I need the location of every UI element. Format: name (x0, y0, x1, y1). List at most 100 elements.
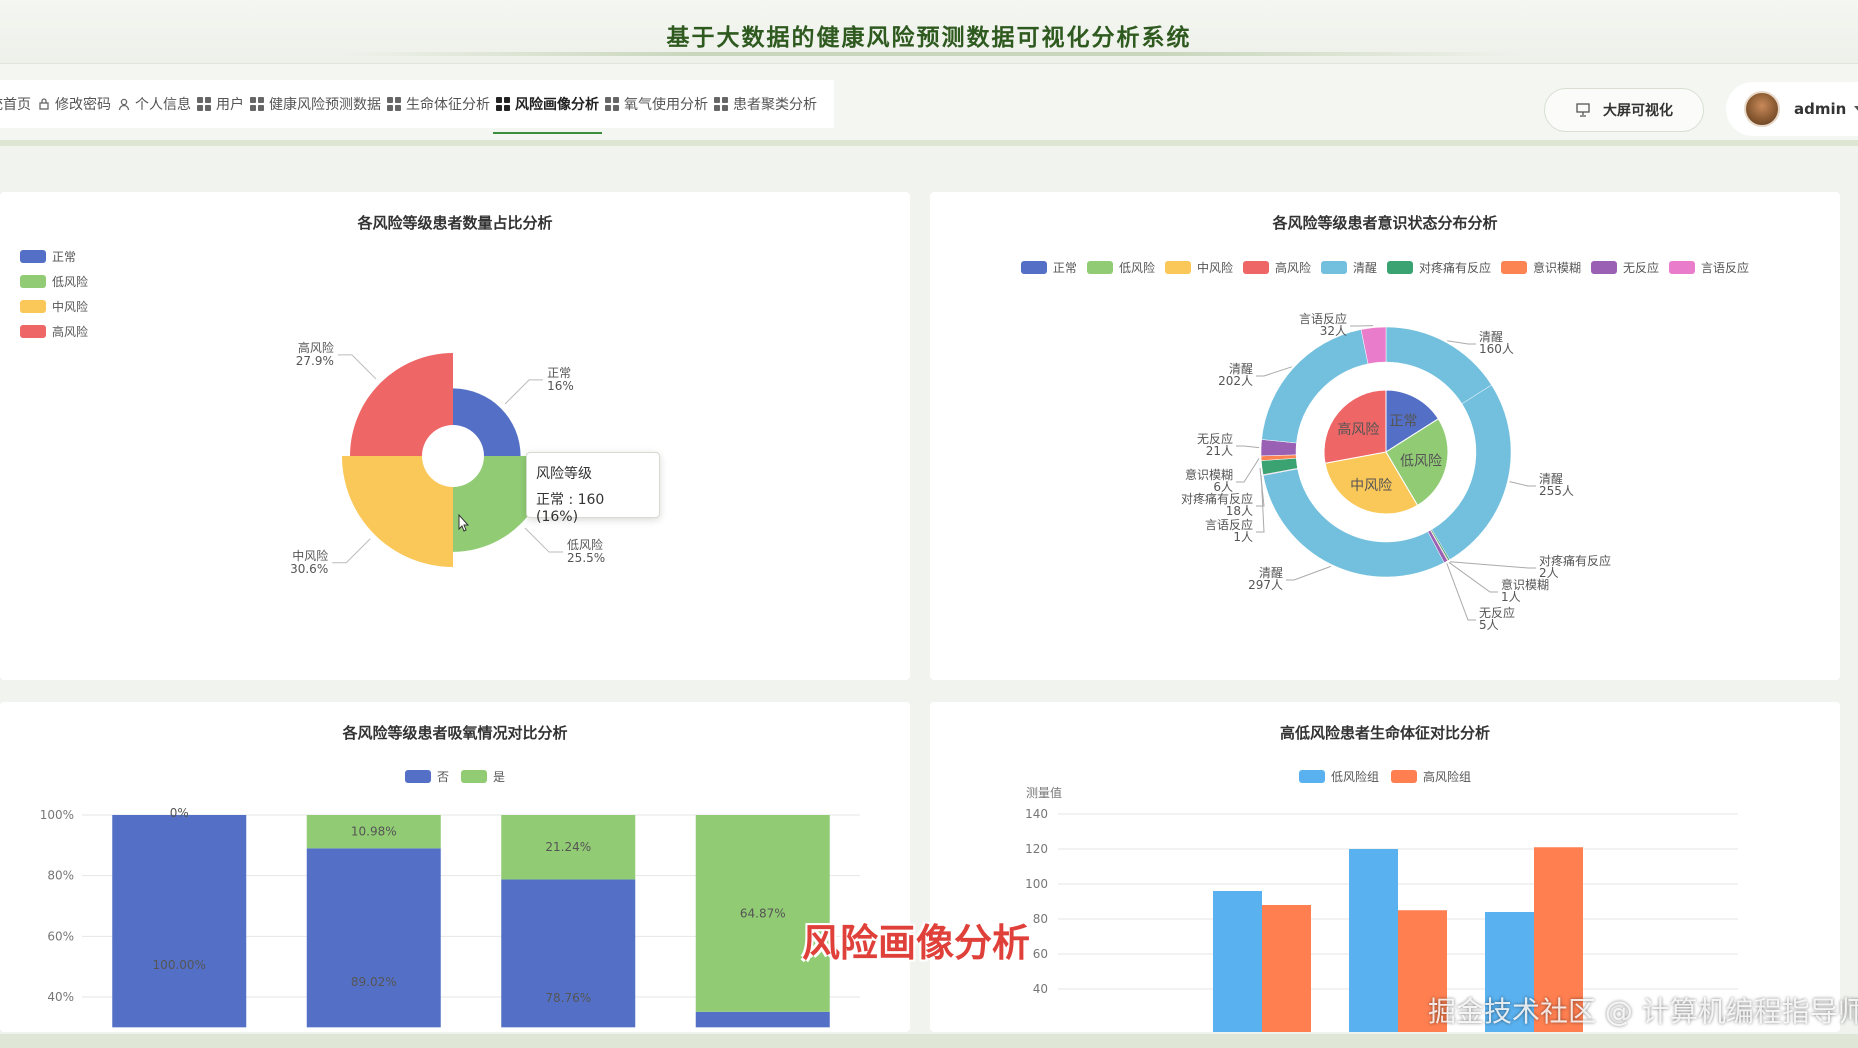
grid-icon (387, 97, 401, 111)
label-leader (1256, 366, 1292, 377)
tooltip-value: 正常 : 160 (16%) (536, 492, 605, 525)
app-title: 基于大数据的健康风险预测数据可视化分析系统 (666, 25, 1192, 51)
bar-value-label: 10.98% (351, 825, 397, 839)
label-leader (1286, 565, 1332, 581)
nav-tab-label: 修改密码 (55, 97, 111, 113)
stacked-bar-chart: 100% 80% 60% 40% 100.00% 0% 89.02% 10.98% 78.76%… (40, 806, 860, 1028)
nav-tab[interactable]: 修改密码 (34, 80, 114, 128)
watermark: 掘金技术社区 @ 计算机编程指导师 (1428, 995, 1858, 1028)
slice-percent-label: 30.6% (290, 562, 328, 576)
label-leader (524, 527, 564, 553)
card-vitals: 高低风险患者生命体征对比分析 低风险组 高风险组 测量值 140 120 100 80 60… (930, 702, 1840, 1032)
ring-count-label: 21人 (1206, 444, 1233, 458)
rose-pie-chart: 正常16% 低风险25.5% 中风险30.6% 高风险27.9% (290, 340, 605, 576)
card-consciousness: 各风险等级患者意识状态分布分析 正常 低风险 中风险 高风险 清醒 对疼痛有反应 意识模糊无… (930, 192, 1840, 680)
nav-tabs: 系统首页 修改密码 个人信息 用户 健康风险预测数据 生命体征分析 风险画像分析 氧气使用分析… (0, 80, 834, 134)
slice-percent-label: 27.9% (296, 354, 334, 368)
monitor-icon (1576, 103, 1590, 117)
grid-icon (250, 97, 264, 111)
bar (1262, 905, 1311, 1032)
label-leader (1447, 340, 1476, 345)
nav-tab[interactable]: 生命体征分析 (384, 80, 493, 128)
ring-count-label: 1人 (1501, 590, 1521, 604)
bar (112, 815, 247, 1028)
slice-percent-label: 25.5% (567, 551, 605, 565)
y-tick-label: 60% (47, 929, 74, 943)
ring-count-label: 255人 (1539, 484, 1574, 498)
bar-value-label: 89.02% (351, 975, 397, 989)
label-leader (337, 354, 377, 380)
label-leader (1509, 481, 1536, 487)
y-tick-label: 100% (40, 808, 74, 822)
bar (695, 1011, 830, 1028)
label-leader (1256, 475, 1265, 533)
bar (1349, 849, 1398, 1032)
ring-count-label: 1人 (1233, 530, 1253, 544)
user-menu[interactable]: admin (1726, 82, 1858, 136)
bar (501, 879, 636, 1028)
inner-slice-label: 中风险 (1350, 478, 1392, 494)
nav-tab-label: 风险画像分析 (515, 97, 599, 113)
slice-name-label: 正常 (547, 366, 571, 380)
bigscreen-button[interactable]: 大屏可视化 (1544, 88, 1704, 132)
ring-count-label: 297人 (1248, 578, 1283, 592)
nav-tab-label: 个人信息 (135, 97, 191, 113)
bar (1213, 891, 1262, 1032)
y-tick-label: 120 (1025, 842, 1048, 856)
grid-icon (496, 97, 510, 111)
card-oxygen: 各风险等级患者吸氧情况对比分析 否是 100% 80% 60% 40% 100.00% 0… (0, 702, 910, 1032)
label-leader (1449, 561, 1536, 569)
y-tick-label: 80% (47, 869, 74, 883)
chevron-down-icon[interactable] (1854, 106, 1858, 112)
y-tick-label: 140 (1025, 807, 1048, 821)
label-leader (1236, 458, 1260, 483)
slice-percent-label: 16% (547, 379, 574, 393)
y-tick-label: 40% (47, 990, 74, 1004)
y-tick-label: 40 (1033, 982, 1048, 996)
avatar[interactable] (1744, 91, 1780, 127)
slice-name-label: 低风险 (567, 537, 603, 552)
ring-count-label: 5人 (1479, 618, 1499, 632)
nav-tab[interactable]: 患者聚类分析 (711, 80, 820, 128)
nav-tab[interactable]: 系统首页 (0, 80, 34, 128)
bar-value-label: 0% (170, 806, 189, 820)
nav-bar: 系统首页 修改密码 个人信息 用户 健康风险预测数据 生命体征分析 风险画像分析 氧气使用分析… (0, 64, 1858, 146)
nav-tab[interactable]: 氧气使用分析 (602, 80, 711, 128)
bar-value-label: 78.76% (545, 991, 591, 1005)
user-name: admin (1794, 100, 1847, 118)
ring-count-label: 18人 (1226, 504, 1253, 518)
nav-tab[interactable]: 风险画像分析 (493, 80, 602, 134)
tooltip-title: 风险等级 (536, 466, 592, 482)
grouped-bar-chart: 测量值 140 120 100 80 60 40 (1025, 785, 1738, 1032)
nav-tab[interactable]: 个人信息 (114, 80, 194, 128)
inner-slice-label: 正常 (1389, 413, 1417, 429)
nav-tab-label: 生命体征分析 (406, 97, 490, 113)
label-leader (332, 538, 371, 564)
nav-tab-label: 患者聚类分析 (733, 97, 817, 113)
nav-tab[interactable]: 用户 (194, 80, 247, 128)
chart-tooltip: 风险等级 正常 : 160 (16%) (526, 452, 660, 525)
title-underline (340, 52, 1520, 56)
nav-tab-label: 氧气使用分析 (624, 97, 708, 113)
slice-name-label: 高风险 (298, 340, 334, 355)
y-tick-label: 60 (1033, 947, 1048, 961)
bar (306, 848, 441, 1028)
overlay-caption: 风险画像分析 (802, 921, 1031, 965)
ring-count-label: 202人 (1218, 374, 1253, 388)
nav-tab[interactable]: 健康风险预测数据 (247, 80, 384, 128)
grid-icon (714, 97, 728, 111)
bar-value-label: 21.24% (545, 840, 591, 854)
y-tick-label: 80 (1033, 912, 1048, 926)
bar-value-label: 64.87% (740, 906, 786, 920)
ring-count-label: 6人 (1213, 480, 1233, 494)
bar-value-label: 100.00% (153, 958, 206, 972)
ring-count-label: 32人 (1320, 324, 1347, 338)
nav-tab-label: 健康风险预测数据 (269, 97, 381, 113)
ring-count-label: 160人 (1479, 342, 1514, 356)
slice-name-label: 中风险 (292, 548, 328, 563)
nav-tab-label: 用户 (216, 97, 244, 113)
nav-tab-label: 系统首页 (0, 97, 31, 113)
label-leader (504, 379, 544, 405)
label-leader (1236, 445, 1260, 449)
inner-slice-label: 高风险 (1337, 421, 1379, 438)
